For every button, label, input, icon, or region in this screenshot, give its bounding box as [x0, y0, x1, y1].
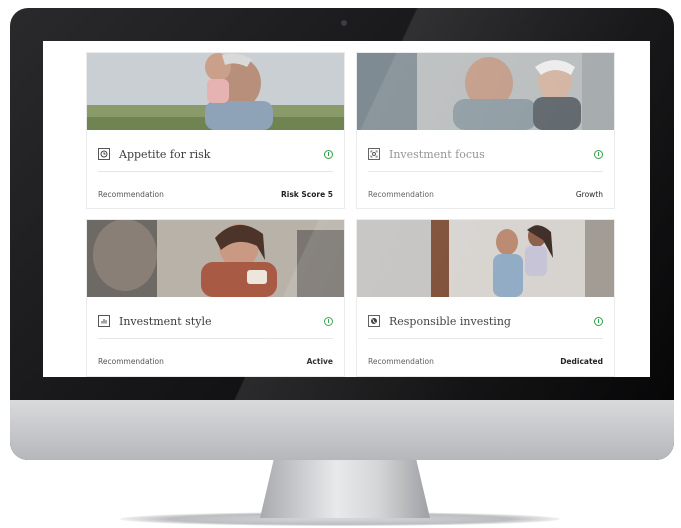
- globe-icon: [368, 315, 380, 327]
- monitor-frame: Appetite for risk Recommendation Risk Sc…: [10, 8, 674, 460]
- info-icon[interactable]: [594, 149, 603, 159]
- monitor-chin: [10, 400, 674, 460]
- card-title: Investment focus: [389, 147, 485, 161]
- card-responsible-investing[interactable]: Responsible investing Recommendation Ded…: [356, 219, 615, 377]
- card-investment-focus[interactable]: Investment focus Recommendation Growth: [356, 52, 615, 209]
- bar-chart-icon: [98, 315, 110, 327]
- recommendation-value: Risk Score 5: [280, 190, 333, 199]
- monitor-stand-neck: [260, 460, 430, 518]
- divider: [368, 338, 603, 339]
- card-photo: [357, 53, 614, 130]
- recommendation-label: Recommendation: [368, 357, 434, 366]
- info-icon[interactable]: [324, 149, 333, 159]
- recommendation-label: Recommendation: [98, 357, 164, 366]
- card-photo: [87, 53, 344, 130]
- camera-icon: [341, 20, 347, 26]
- clock-icon: [98, 148, 110, 160]
- card-photo: [87, 220, 344, 297]
- recommendation-label: Recommendation: [368, 190, 434, 199]
- recommendation-value: Growth: [575, 190, 603, 199]
- screen: Appetite for risk Recommendation Risk Sc…: [43, 41, 650, 377]
- recommendation-value: Dedicated: [560, 357, 603, 366]
- info-icon[interactable]: [324, 316, 333, 326]
- card-appetite-for-risk[interactable]: Appetite for risk Recommendation Risk Sc…: [86, 52, 345, 209]
- card-investment-style[interactable]: Investment style Recommendation Active: [86, 219, 345, 377]
- card-title: Investment style: [119, 314, 212, 328]
- divider: [98, 338, 333, 339]
- card-photo: [357, 220, 614, 297]
- recommendation-value: Active: [306, 357, 333, 366]
- divider: [368, 171, 603, 172]
- card-title: Appetite for risk: [119, 147, 211, 161]
- card-title: Responsible investing: [389, 314, 511, 328]
- recommendation-label: Recommendation: [98, 190, 164, 199]
- divider: [98, 171, 333, 172]
- info-icon[interactable]: [594, 316, 603, 326]
- target-icon: [368, 148, 380, 160]
